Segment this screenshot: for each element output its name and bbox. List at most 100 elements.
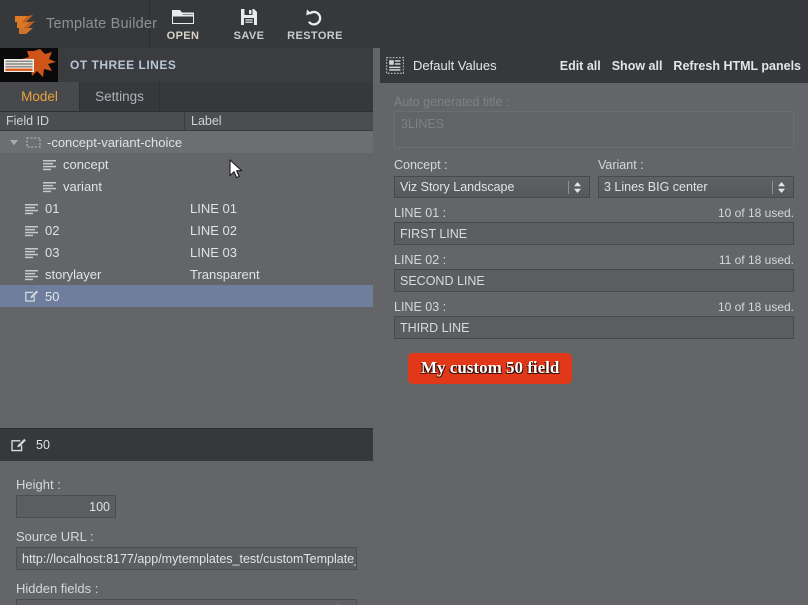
- table-row[interactable]: 01 LINE 01: [0, 197, 373, 219]
- dashed-box-icon: [26, 136, 41, 148]
- table-row[interactable]: concept: [0, 153, 373, 175]
- tree-row-id-cell: -concept-variant-choice: [0, 135, 185, 150]
- line-01-group: LINE 01 : 10 of 18 used. FIRST LINE: [394, 206, 794, 245]
- line-03-label-row: LINE 03 : 10 of 18 used.: [394, 300, 794, 314]
- chevron-updown-icon: [574, 181, 581, 193]
- variant-label: Variant :: [598, 158, 644, 172]
- default-values-panel: Default Values Edit all Show all Refresh…: [380, 48, 808, 605]
- tree-row-id-cell: 50: [0, 289, 185, 304]
- line-03-input[interactable]: THIRD LINE: [394, 316, 794, 339]
- default-values-actions: Edit all Show all Refresh HTML panels: [560, 59, 801, 73]
- open-button[interactable]: OPEN: [150, 0, 216, 48]
- default-values-header: Default Values Edit all Show all Refresh…: [380, 48, 808, 83]
- tab-settings[interactable]: Settings: [80, 82, 160, 111]
- height-input[interactable]: 100: [16, 495, 116, 518]
- line-02-label-row: LINE 02 : 11 of 18 used.: [394, 253, 794, 267]
- custom-html-panel: My custom 50 field: [394, 347, 794, 384]
- line-02-group: LINE 02 : 11 of 18 used. SECOND LINE: [394, 253, 794, 292]
- auto-title-label-row: Auto generated title :: [394, 95, 794, 109]
- edit-all-link[interactable]: Edit all: [560, 59, 601, 73]
- tree-row-id-cell: storylayer: [0, 267, 185, 282]
- table-row[interactable]: variant: [0, 175, 373, 197]
- template-builder-window: Template Builder OPEN SAVE RESTORE OT TH…: [0, 0, 808, 605]
- default-values-body: Auto generated title : 3LINES Concept : …: [380, 83, 808, 605]
- template-thumbnail: [0, 48, 58, 82]
- properties-panel-title: 50: [36, 438, 50, 452]
- caret-down-icon[interactable]: [8, 136, 20, 148]
- line-01-char-count: 10 of 18 used.: [717, 206, 794, 220]
- text-lines-icon: [25, 203, 38, 214]
- app-title: Template Builder: [46, 16, 158, 32]
- floppy-disk-icon: [241, 9, 257, 25]
- template-name: OT THREE LINES: [70, 58, 177, 72]
- table-row[interactable]: 50: [0, 285, 373, 307]
- tree-row-id-text: variant: [63, 178, 103, 194]
- table-row[interactable]: 03 LINE 03: [0, 241, 373, 263]
- template-header: OT THREE LINES: [0, 48, 373, 82]
- column-header-label[interactable]: Label: [185, 114, 222, 128]
- properties-panel-body: Height : 100 Source URL : http://localho…: [0, 461, 373, 605]
- show-all-link[interactable]: Show all: [612, 59, 663, 73]
- stepper-arrows[interactable]: [772, 180, 791, 195]
- line-03-label: LINE 03 :: [394, 300, 447, 314]
- edit-square-icon: [11, 438, 26, 451]
- stepper-arrows[interactable]: [568, 180, 587, 195]
- edit-square-icon: [25, 290, 38, 302]
- variant-group: Variant : 3 Lines BIG center: [598, 156, 794, 198]
- hidden-fields-group: Hidden fields :: [16, 581, 357, 605]
- source-url-field-group: Source URL : http://localhost:8177/app/m…: [16, 529, 357, 570]
- tree-row-id-cell: 02: [0, 223, 185, 238]
- tree-column-headers: Field ID Label: [0, 111, 373, 131]
- restore-button[interactable]: RESTORE: [282, 0, 348, 48]
- concept-label: Concept :: [394, 158, 448, 172]
- tree-row-id-cell: 03: [0, 245, 185, 260]
- custom-50-field-button[interactable]: My custom 50 field: [408, 353, 573, 384]
- refresh-html-panels-link[interactable]: Refresh HTML panels: [673, 59, 801, 73]
- text-lines-icon: [25, 247, 38, 258]
- tree-row-id-text: 03: [45, 244, 60, 260]
- tree-row-id-text: 50: [45, 288, 60, 304]
- table-row[interactable]: 02 LINE 02: [0, 219, 373, 241]
- tree-row-label-cell: LINE 02: [190, 222, 237, 238]
- tree-row-label-cell: LINE 01: [190, 200, 237, 216]
- tab-model[interactable]: Model: [0, 82, 80, 111]
- panel-layout-icon: [386, 57, 404, 74]
- height-label: Height :: [16, 477, 61, 492]
- concept-group: Concept : Viz Story Landscape: [394, 156, 590, 198]
- table-row[interactable]: -concept-variant-choice: [0, 131, 373, 153]
- line-02-char-count: 11 of 18 used.: [718, 253, 794, 267]
- tree-row-id-cell: 01: [0, 201, 185, 216]
- hidden-fields-label: Hidden fields :: [16, 581, 99, 596]
- save-button[interactable]: SAVE: [216, 0, 282, 48]
- text-lines-icon: [25, 269, 38, 280]
- line-01-input[interactable]: FIRST LINE: [394, 222, 794, 245]
- line-03-group: LINE 03 : 10 of 18 used. THIRD LINE: [394, 300, 794, 339]
- field-tree: -concept-variant-choice concept variant …: [0, 131, 373, 428]
- tree-row-label-cell: LINE 03: [190, 244, 237, 260]
- source-url-input[interactable]: http://localhost:8177/app/mytemplates_te…: [16, 547, 357, 570]
- line-02-label: LINE 02 :: [394, 253, 447, 267]
- tree-row-id-cell: concept: [0, 157, 185, 172]
- tree-row-id-cell: variant: [0, 179, 185, 194]
- source-url-label: Source URL :: [16, 529, 94, 544]
- concept-select[interactable]: Viz Story Landscape: [394, 176, 590, 198]
- auto-generated-title-input[interactable]: 3LINES: [394, 111, 794, 148]
- column-header-field-id[interactable]: Field ID: [0, 111, 185, 131]
- text-lines-icon: [43, 181, 56, 192]
- save-button-label: SAVE: [233, 30, 265, 42]
- auto-generated-title-label: Auto generated title :: [394, 95, 510, 109]
- left-tabs: Model Settings: [0, 82, 373, 112]
- table-row[interactable]: storylayer Transparent: [0, 263, 373, 285]
- template-preview-image: [0, 48, 58, 82]
- variant-select[interactable]: 3 Lines BIG center: [598, 176, 794, 198]
- line-02-input[interactable]: SECOND LINE: [394, 269, 794, 292]
- tree-row-id-text: 01: [45, 200, 60, 216]
- text-lines-icon: [25, 225, 38, 236]
- tab-settings-label: Settings: [95, 89, 144, 104]
- stepper-divider: [772, 180, 773, 194]
- line-03-char-count: 10 of 18 used.: [717, 300, 794, 314]
- hidden-fields-select[interactable]: [16, 599, 357, 605]
- auto-generated-title-group: Auto generated title : 3LINES: [394, 95, 794, 148]
- text-lines-icon: [43, 159, 56, 170]
- folder-icon: [172, 10, 194, 24]
